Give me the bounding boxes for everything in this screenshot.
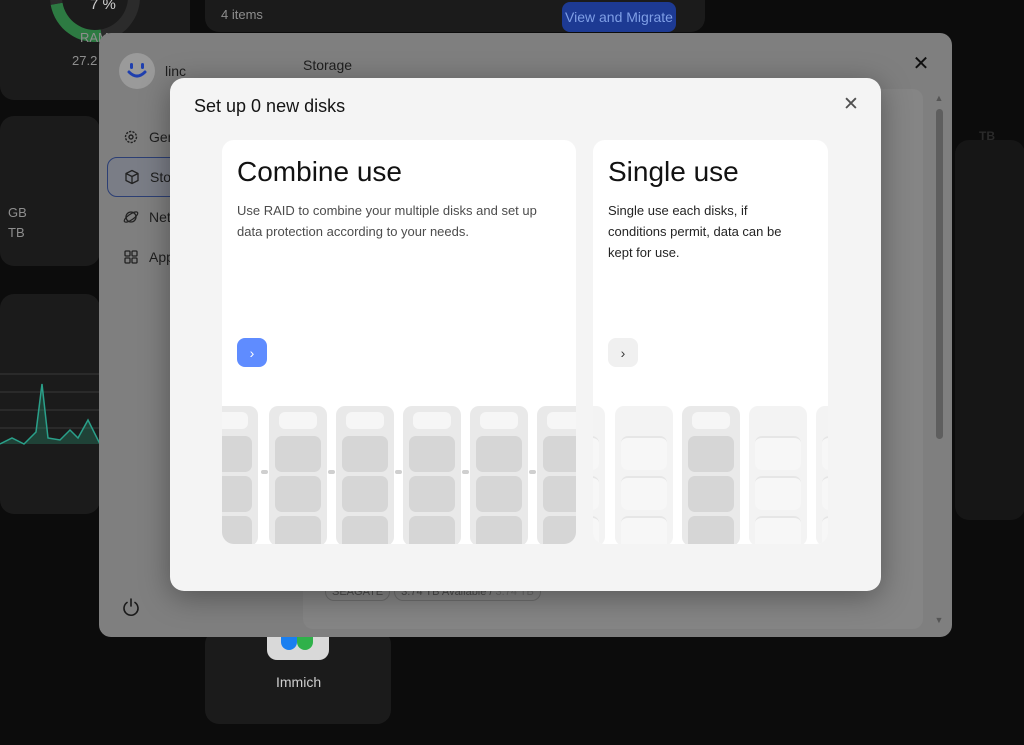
disk-link [328,470,335,474]
disk-size-peek: TB [979,129,995,143]
disk-link [395,470,402,474]
disk-bay [816,406,828,544]
disk-link [261,470,268,474]
ram-value: 27.2 [72,53,98,68]
storage-gb: GB [8,205,27,220]
avatar[interactable] [119,53,155,89]
disk-bay [615,406,673,544]
app-name-immich: Immich [276,674,322,690]
disk-bay [470,406,528,544]
network-graph [0,373,100,445]
smile-icon [127,63,147,78]
disk-link [462,470,469,474]
box-icon [124,169,140,185]
disk-bay [336,406,394,544]
immich-app-icon[interactable] [267,636,329,660]
disk-bay [222,406,258,544]
gear-icon [123,129,139,145]
sidebar-item-label: Sto [150,169,172,185]
combine-use-next-button[interactable]: › [237,338,267,367]
disk-array-illustration [222,406,576,544]
disk-bay [593,406,605,544]
section-title: Storage [303,57,353,73]
card-title: Single use [608,156,739,187]
close-icon[interactable]: ✕ [841,95,861,115]
card-title: Combine use [237,156,402,187]
close-icon[interactable]: ✕ [910,53,932,75]
scroll-up-icon[interactable]: ▲ [934,93,944,103]
dialog-title: Set up 0 new disks [194,96,346,116]
chevron-right-icon: › [249,344,255,361]
combine-use-card[interactable]: Combine use Use RAID to combine your mul… [222,140,576,544]
setup-disks-dialog: Set up 0 new disks ✕ Combine use Use RAI… [170,78,881,591]
disk-link [529,470,536,474]
user-name: linc [165,63,187,79]
dashboard-tile-right [955,140,1024,520]
disk-bay [403,406,461,544]
disk-bay [749,406,807,544]
disk-bay [537,406,576,544]
disk-bay [269,406,327,544]
card-description: Single use each disks, if conditions per… [608,203,782,260]
chevron-right-icon: › [620,344,626,361]
single-use-next-button[interactable]: › [608,338,638,367]
scroll-down-icon[interactable]: ▼ [934,615,944,625]
disk-bay [682,406,740,544]
scrollbar-thumb[interactable] [936,109,943,439]
ram-percent: 7 % [90,0,116,13]
card-description: Use RAID to combine your multiple disks … [237,203,537,239]
disk-array-illustration [593,406,828,544]
dashboard-tile-storage [0,116,100,266]
power-icon[interactable] [121,597,141,622]
scrollbar[interactable]: ▲ ▼ [934,91,944,625]
items-count: 4 items [221,7,263,22]
view-and-migrate-button[interactable]: View and Migrate [562,2,676,32]
globe-icon [123,209,139,225]
storage-tb: TB [8,225,25,240]
dashboard-tile-network [0,294,100,514]
sidebar-item-label: Net [149,209,171,225]
single-use-card[interactable]: Single use Single use each disks, if con… [593,140,828,544]
grid-icon [123,249,139,265]
